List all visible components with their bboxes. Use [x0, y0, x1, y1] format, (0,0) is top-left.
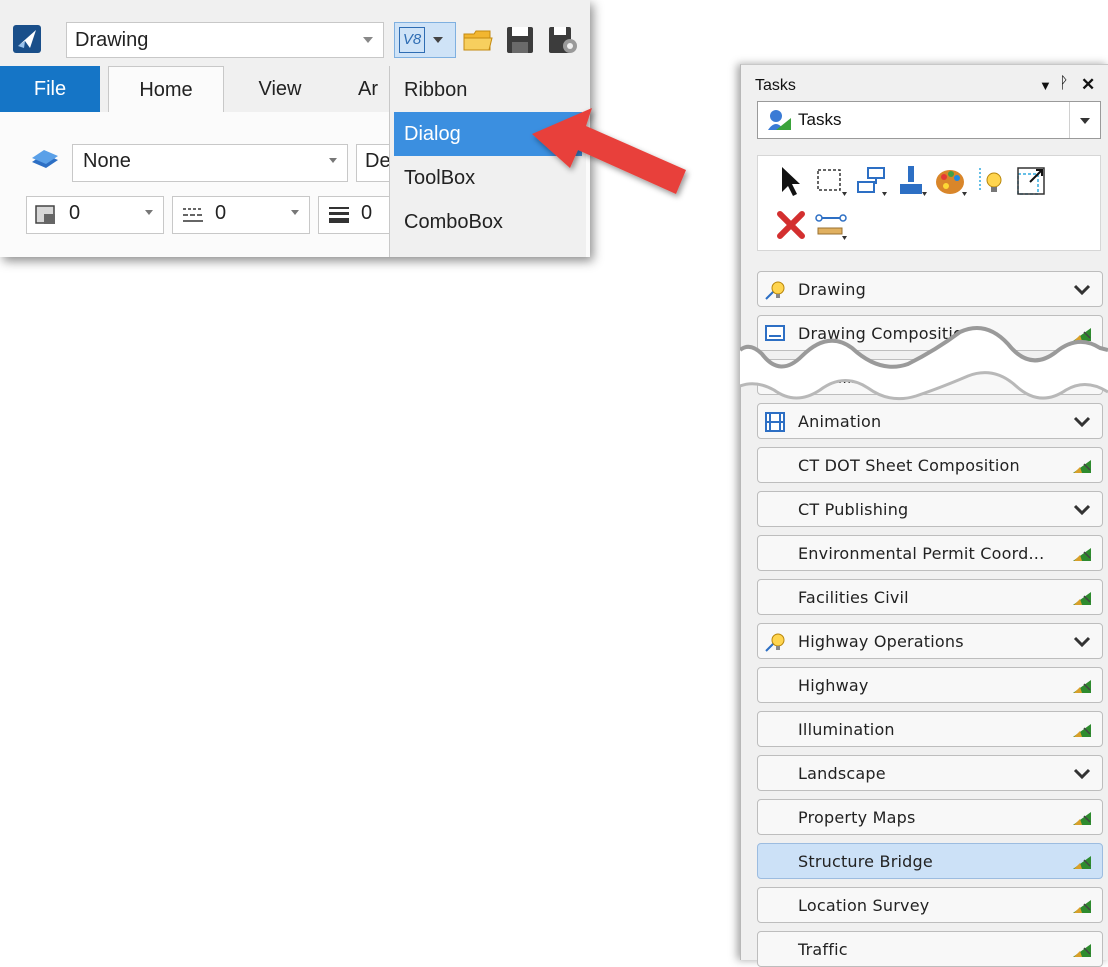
task-group-ct-dot-sheet-composition[interactable]: CT DOT Sheet Composition	[757, 447, 1103, 483]
tool-grid	[757, 155, 1101, 251]
line-weight-icon	[329, 207, 349, 223]
open-folder-icon[interactable]	[462, 24, 494, 56]
task-group-label: Structure Bridge	[798, 852, 933, 871]
group-icon[interactable]	[854, 164, 888, 198]
task-group-label: Animation	[798, 412, 882, 431]
task-group-label: Environmental Permit Coord...	[798, 544, 1045, 563]
save-icon[interactable]	[504, 24, 536, 56]
line-style-combo[interactable]: 0	[172, 196, 310, 234]
pin-icon[interactable]: ᚹ	[1059, 75, 1069, 93]
tab-view[interactable]: View	[234, 66, 326, 112]
panel-menu-icon[interactable]: ▼	[1039, 78, 1052, 93]
selection-rectangle-icon[interactable]	[814, 164, 848, 198]
bulb-icon	[765, 281, 785, 300]
app-logo-icon[interactable]	[12, 24, 42, 54]
task-group-label: Highway Operations	[798, 632, 964, 651]
task-group-label: Drawing	[798, 280, 866, 299]
chevron-down-icon[interactable]	[1072, 502, 1092, 518]
task-group-illumination[interactable]: Illumination	[757, 711, 1103, 747]
chevron-down-icon[interactable]	[1072, 414, 1092, 430]
tasks-panel-title: Tasks	[755, 77, 796, 94]
task-tools-icon[interactable]	[1072, 678, 1092, 694]
task-tools-icon[interactable]	[1072, 854, 1092, 870]
color-icon	[35, 205, 55, 224]
task-group-label: Location Survey	[798, 896, 930, 915]
task-tools-icon[interactable]	[1072, 722, 1092, 738]
workflow-combo[interactable]: Drawing	[66, 22, 384, 58]
chevron-down-icon	[363, 37, 373, 43]
brush-icon[interactable]	[894, 164, 928, 198]
task-group-label: Illumination	[798, 720, 895, 739]
task-group-environmental-permit-coord[interactable]: Environmental Permit Coord...	[757, 535, 1103, 571]
task-group-highway-operations[interactable]: Highway Operations	[757, 623, 1103, 659]
light-bulb-icon[interactable]	[974, 164, 1008, 198]
level-combo-value: None	[83, 150, 131, 172]
task-group-landscape[interactable]: Landscape	[757, 755, 1103, 791]
close-icon[interactable]: ✕	[1081, 75, 1095, 95]
tab-home[interactable]: Home	[108, 66, 224, 113]
tasks-icon	[768, 110, 791, 130]
tab-file[interactable]: File	[0, 66, 100, 112]
task-group-label: Property Maps	[798, 808, 916, 827]
color-combo-value: 0	[69, 202, 81, 224]
callout-arrow-icon	[532, 108, 686, 194]
task-group-label: Traffic	[798, 940, 848, 959]
task-group-location-survey[interactable]: Location Survey	[757, 887, 1103, 923]
torn-edge-icon	[740, 326, 1108, 401]
line-style-combo-value: 0	[215, 202, 227, 224]
workflow-combo-value: Drawing	[75, 29, 149, 51]
ui-mode-button[interactable]: V8	[394, 22, 456, 58]
task-tools-icon[interactable]	[1072, 942, 1092, 958]
task-group-label: CT DOT Sheet Composition	[798, 456, 1020, 475]
task-group-facilities-civil[interactable]: Facilities Civil	[757, 579, 1103, 615]
palette-icon[interactable]	[934, 164, 968, 198]
chevron-down-icon	[291, 210, 299, 215]
tasks-combo[interactable]: Tasks	[757, 101, 1101, 139]
task-tools-icon[interactable]	[1072, 810, 1092, 826]
save-settings-icon[interactable]	[546, 24, 578, 56]
line-weight-combo-value: 0	[361, 202, 373, 224]
bulb-icon	[765, 633, 785, 652]
task-group-label: Facilities Civil	[798, 588, 909, 607]
chevron-down-icon	[329, 158, 337, 163]
task-group-label: CT Publishing	[798, 500, 909, 519]
line-weight-combo[interactable]: 0	[318, 196, 396, 234]
quick-access-toolbar: Drawing V8	[0, 0, 590, 66]
task-tools-icon[interactable]	[1072, 898, 1092, 914]
chevron-down-icon[interactable]	[1072, 766, 1092, 782]
select-arrow-icon[interactable]	[774, 164, 808, 198]
delete-icon[interactable]	[774, 208, 808, 242]
tasks-panel: Tasks ▼ ᚹ ✕ Tasks Drawing Drawing Compos…	[740, 64, 1108, 967]
level-display-icon[interactable]	[30, 148, 60, 174]
chevron-down-icon[interactable]	[1072, 282, 1092, 298]
task-tools-icon[interactable]	[1072, 546, 1092, 562]
task-group-property-maps[interactable]: Property Maps	[757, 799, 1103, 835]
chevron-down-icon[interactable]	[1069, 102, 1100, 138]
tasks-combo-value: Tasks	[798, 110, 842, 129]
film-icon	[765, 412, 785, 432]
measure-icon[interactable]	[814, 208, 848, 242]
chevron-down-icon[interactable]	[1072, 634, 1092, 650]
task-group-ct-publishing[interactable]: CT Publishing	[757, 491, 1103, 527]
chevron-down-icon	[145, 210, 153, 215]
color-combo[interactable]: 0	[26, 196, 164, 234]
task-group-label: Landscape	[798, 764, 886, 783]
task-group-traffic[interactable]: Traffic	[757, 931, 1103, 967]
task-tools-icon[interactable]	[1072, 590, 1092, 606]
level-combo[interactable]: None	[72, 144, 348, 182]
v8-icon: V8	[399, 27, 425, 53]
line-style-icon	[183, 208, 203, 222]
task-group-structure-bridge[interactable]: Structure Bridge	[757, 843, 1103, 879]
task-tools-icon[interactable]	[1072, 458, 1092, 474]
task-group-highway[interactable]: Highway	[757, 667, 1103, 703]
chevron-down-icon	[433, 37, 443, 43]
ribbon-window: Drawing V8 File Home View Ar None De 0 0…	[0, 0, 590, 257]
task-group-drawing[interactable]: Drawing	[757, 271, 1103, 307]
style-combo-value: De	[365, 150, 391, 172]
scale-icon[interactable]	[1014, 164, 1048, 198]
task-group-label: Highway	[798, 676, 869, 695]
